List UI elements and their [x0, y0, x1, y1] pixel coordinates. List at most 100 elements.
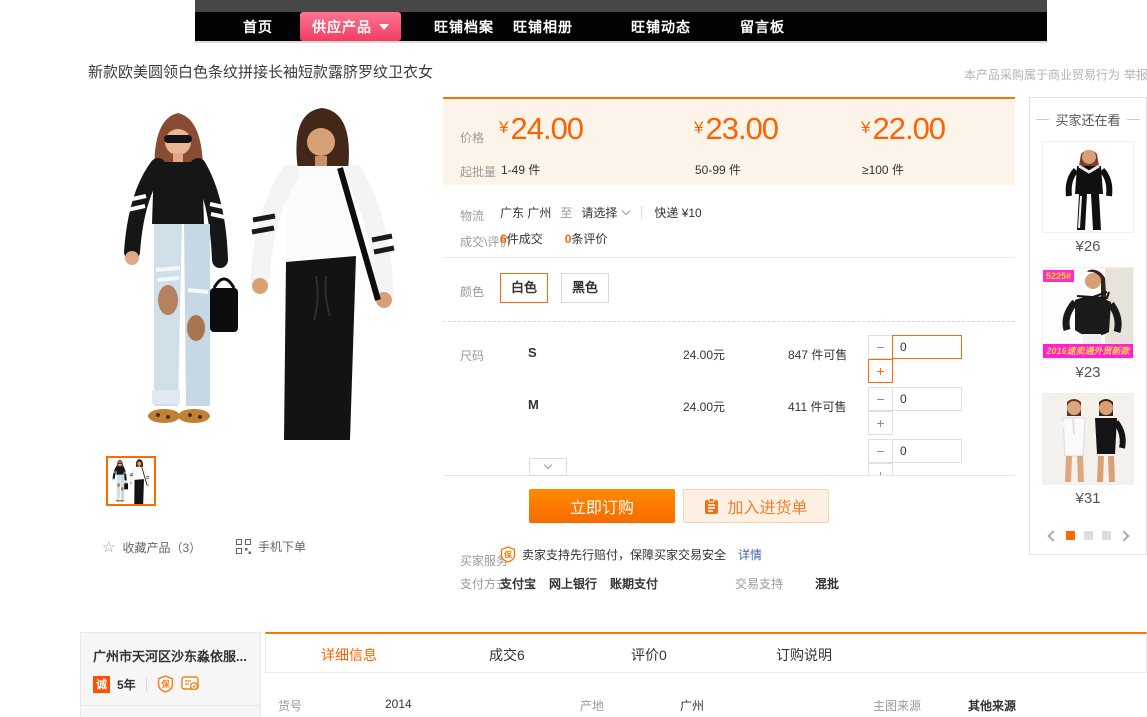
- product-banner: 2016速卖通外贸新款: [1043, 344, 1133, 358]
- shield-bao-icon: 保: [500, 546, 516, 563]
- plus-button[interactable]: +: [868, 359, 893, 383]
- image-source-value: 其他来源: [968, 697, 1016, 714]
- origin-label: 产地: [580, 697, 604, 714]
- divider: [641, 206, 642, 219]
- contact-seller[interactable]: 联系卖家:伍杰: [81, 706, 260, 717]
- payment-credit-term: 账期支付: [610, 575, 658, 592]
- item-no-value: 2014: [385, 697, 412, 711]
- image-source-label: 主图来源: [873, 697, 921, 714]
- nav-home[interactable]: 首页: [243, 17, 273, 37]
- pager-prev-icon[interactable]: [1047, 530, 1058, 541]
- color-option-white[interactable]: 白色: [500, 273, 548, 303]
- pager-dot-2[interactable]: [1084, 531, 1093, 540]
- size-stock: 411 件可售: [788, 398, 846, 415]
- shop-navbar: 首页 供应产品 旺铺档案 旺铺相册 旺铺动态 留言板: [195, 12, 1047, 41]
- size-price: 24.00元: [683, 346, 725, 363]
- order-now-button[interactable]: 立即订购: [529, 489, 675, 523]
- report-link[interactable]: 举报: [1124, 66, 1147, 83]
- divider: [443, 257, 1015, 258]
- sidebar-product-3-price: ¥31: [1042, 490, 1134, 507]
- nav-shop-album[interactable]: 旺铺相册: [513, 17, 573, 37]
- color-options: 白色 黑色: [500, 273, 609, 303]
- svg-text:保: 保: [503, 550, 513, 560]
- tab-detail-info[interactable]: 详细信息: [321, 645, 377, 665]
- sidebar-product-1[interactable]: ¥26: [1042, 141, 1134, 255]
- seller-years: 5年: [117, 676, 136, 693]
- thumbnail-selected[interactable]: [106, 456, 156, 506]
- trade-notice: 本产品采购属于商业贸易行为: [964, 66, 1120, 83]
- review-unit[interactable]: 条评价: [571, 230, 607, 247]
- qr-code-icon: [236, 539, 251, 554]
- payment-online-bank: 网上银行: [549, 575, 597, 592]
- detail-tabs: 详细信息 成交6 评价0 订购说明: [265, 632, 1147, 673]
- color-label: 颜色: [460, 283, 484, 300]
- item-no-label: 货号: [278, 697, 302, 714]
- quantity-input[interactable]: [892, 335, 962, 359]
- certificate-icon: [181, 676, 199, 692]
- plus-button[interactable]: +: [868, 411, 893, 435]
- chengxintong-badge: 诚: [93, 676, 110, 693]
- size-row: 尺码 S 24.00元 847 件可售 − +: [443, 329, 1015, 381]
- plus-button[interactable]: +: [868, 463, 893, 475]
- favorite-product[interactable]: ☆ 收藏产品（3）: [102, 538, 201, 556]
- review-count[interactable]: 0: [565, 232, 572, 246]
- expand-sizes-button[interactable]: [529, 458, 567, 476]
- nav-message-board[interactable]: 留言板: [740, 17, 785, 37]
- tier3-qty: ≥100 件: [862, 161, 904, 178]
- minus-button[interactable]: −: [868, 387, 893, 411]
- also-viewing-sidebar: 买家还在看 ¥26 5225# 2016速卖通外贸新款 ¥23 ¥31: [1029, 97, 1147, 555]
- nav-shop-profile[interactable]: 旺铺档案: [434, 17, 494, 37]
- minus-button[interactable]: −: [868, 439, 893, 463]
- size-stock: 847 件可售: [788, 346, 847, 363]
- service-detail-link[interactable]: 详情: [738, 546, 762, 563]
- nav-shop-feed[interactable]: 旺铺动态: [631, 17, 691, 37]
- minus-button[interactable]: −: [868, 335, 893, 359]
- tab-deals[interactable]: 成交6: [489, 645, 525, 665]
- nav-supply-products-label: 供应产品: [312, 17, 372, 37]
- seller-name[interactable]: 广州市天河区沙东淼依服...: [81, 633, 260, 665]
- sidebar-product-2-image: 5225# 2016速卖通外贸新款: [1042, 267, 1134, 359]
- pager-next-icon[interactable]: [1118, 530, 1129, 541]
- chevron-down-icon: [622, 207, 630, 215]
- pager-dot-1[interactable]: [1066, 531, 1075, 540]
- tab-reviews[interactable]: 评价0: [631, 645, 667, 665]
- mobile-order[interactable]: 手机下单: [236, 538, 306, 555]
- nav-supply-products[interactable]: 供应产品: [300, 12, 401, 41]
- main-product-image: [90, 100, 430, 440]
- offer-panel: 价格 ¥24.00 ¥23.00 ¥22.00 起批量 1-49 件 50-99…: [443, 97, 1015, 617]
- seller-badges: 诚 5年 保: [93, 675, 248, 693]
- quantity-input[interactable]: [892, 387, 962, 411]
- trade-support-value: 混批: [815, 575, 839, 592]
- size-list: 尺码 S 24.00元 847 件可售 − + M 24.00元 411 件可售…: [443, 329, 1015, 475]
- service-text: 卖家支持先行赔付，保障买家交易安全: [522, 546, 726, 563]
- mobile-order-label: 手机下单: [258, 538, 306, 555]
- trade-support-label: 交易支持: [735, 575, 783, 592]
- logistics-label: 物流: [460, 207, 484, 224]
- destination-select[interactable]: 请选择: [581, 204, 617, 221]
- tab-order-guide[interactable]: 订购说明: [776, 645, 832, 665]
- price-label: 价格: [460, 129, 484, 146]
- origin-value: 广州: [680, 697, 704, 714]
- quantity-input[interactable]: [892, 439, 962, 463]
- sidebar-product-2-price: ¥23: [1042, 364, 1134, 381]
- deal-unit[interactable]: 件成交: [507, 230, 543, 247]
- tier2-price: ¥23.00: [694, 111, 778, 147]
- add-to-cart-button[interactable]: 加入进货单: [683, 489, 829, 523]
- deal-count[interactable]: 6: [500, 232, 507, 246]
- color-option-black[interactable]: 黑色: [561, 273, 609, 303]
- sidebar-product-2[interactable]: 5225# 2016速卖通外贸新款 ¥23: [1042, 267, 1134, 381]
- price-tier-box: 价格 ¥24.00 ¥23.00 ¥22.00 起批量 1-49 件 50-99…: [443, 97, 1015, 185]
- pager-dot-3[interactable]: [1102, 531, 1111, 540]
- sidebar-product-3[interactable]: ¥31: [1042, 393, 1134, 507]
- chevron-down-icon: [544, 461, 552, 469]
- product-tag-badge: 5225#: [1043, 270, 1074, 282]
- tier3-price: ¥22.00: [861, 111, 945, 147]
- size-price: 24.00元: [683, 398, 725, 415]
- express-fee: 快递 ¥10: [654, 204, 701, 221]
- star-icon: ☆: [102, 538, 115, 556]
- size-name: M: [528, 397, 539, 412]
- size-label: 尺码: [460, 347, 484, 364]
- min-qty-label: 起批量: [460, 163, 496, 180]
- add-to-cart-label: 加入进货单: [727, 494, 807, 518]
- svg-text:保: 保: [160, 679, 170, 689]
